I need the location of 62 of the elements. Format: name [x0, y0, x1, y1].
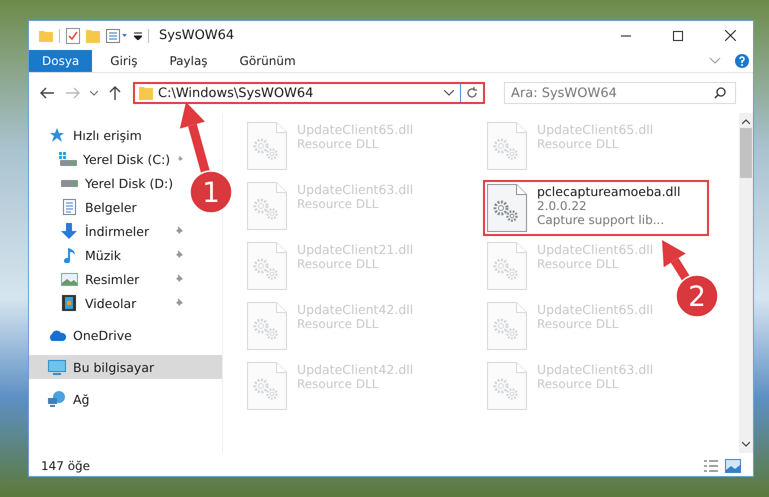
address-path: C:\Windows\SysWOW64: [158, 86, 314, 100]
help-icon[interactable]: [735, 54, 749, 68]
drive-icon: [59, 152, 77, 166]
settings-file-icon: [487, 362, 527, 410]
settings-file-icon: [247, 362, 287, 410]
settings-file-icon: [487, 122, 527, 170]
file-detail: 2.0.0.22: [537, 199, 588, 213]
film-icon: [62, 295, 76, 311]
search-icon: [714, 87, 726, 99]
step-number-badge: 1: [189, 170, 233, 214]
large-icons-view-icon[interactable]: [725, 459, 741, 473]
sidebar-item[interactable]: Hızlı erişim: [29, 123, 150, 147]
settings-file-icon: [247, 182, 287, 230]
monitor-icon: [48, 360, 66, 374]
address-bar[interactable]: C:\Windows\SysWOW64: [133, 82, 485, 104]
document-icon: [62, 199, 76, 215]
sidebar-item[interactable]: Resimler: [29, 267, 191, 291]
vertical-scrollbar[interactable]: [739, 113, 753, 453]
pin-icon[interactable]: [176, 154, 183, 164]
cloud-icon: [48, 330, 66, 340]
star-icon: [49, 127, 65, 143]
settings-file-icon: [487, 184, 527, 232]
dropdown-caret-icon[interactable]: [134, 32, 142, 40]
step-number-badge: 2: [675, 274, 719, 318]
folder-icon: [139, 86, 153, 100]
item-count: 147 öğe: [41, 459, 90, 473]
chevron-down-icon[interactable]: [444, 90, 454, 96]
drive-icon: [60, 178, 78, 188]
sidebar-item[interactable]: Yerel Disk (D:): [29, 171, 182, 195]
settings-file-icon: [247, 242, 287, 290]
refresh-icon[interactable]: [466, 87, 478, 99]
settings-file-icon: [487, 302, 527, 350]
details-view-icon[interactable]: [703, 459, 719, 473]
checklist-icon[interactable]: [66, 28, 80, 44]
download-icon: [61, 223, 77, 239]
settings-file-icon: [487, 242, 527, 290]
file-name: pclecaptureamoeba.dll: [537, 184, 680, 199]
sidebar-item[interactable]: Müzik: [29, 243, 191, 267]
network-icon: [48, 391, 66, 407]
sidebar-item[interactable]: Bu bilgisayar: [29, 355, 222, 379]
scrollbar-thumb[interactable]: [740, 128, 752, 178]
sidebar-item[interactable]: Yerel Disk (C:): [29, 147, 191, 171]
sidebar-item[interactable]: Belgeler: [29, 195, 145, 219]
music-note-icon: [63, 247, 75, 263]
sidebar-item[interactable]: Videolar: [29, 291, 191, 315]
sidebar-item[interactable]: Ağ: [29, 387, 98, 411]
settings-file-icon: [247, 302, 287, 350]
settings-file-icon: [247, 122, 287, 170]
ribbon-tab[interactable]: Paylaş: [155, 50, 222, 72]
window-title: SysWOW64: [159, 28, 234, 43]
sidebar-item[interactable]: OneDrive: [29, 323, 140, 347]
ribbon-tab[interactable]: Görünüm: [226, 50, 310, 72]
file-item[interactable]: pclecaptureamoeba.dll 2.0.0.22 Capture support lib...: [483, 180, 709, 236]
ribbon-tab[interactable]: Giriş: [96, 50, 152, 72]
search-field[interactable]: Ara: SysWOW64: [504, 82, 736, 104]
maximize-button[interactable]: [673, 30, 683, 40]
ribbon-tab[interactable]: Dosya: [29, 50, 92, 72]
sidebar-item[interactable]: İndirmeler: [29, 219, 191, 243]
close-button[interactable]: [724, 30, 736, 41]
properties-icon[interactable]: [106, 28, 128, 42]
picture-icon: [60, 272, 78, 286]
file-detail: Capture support lib...: [537, 213, 666, 227]
